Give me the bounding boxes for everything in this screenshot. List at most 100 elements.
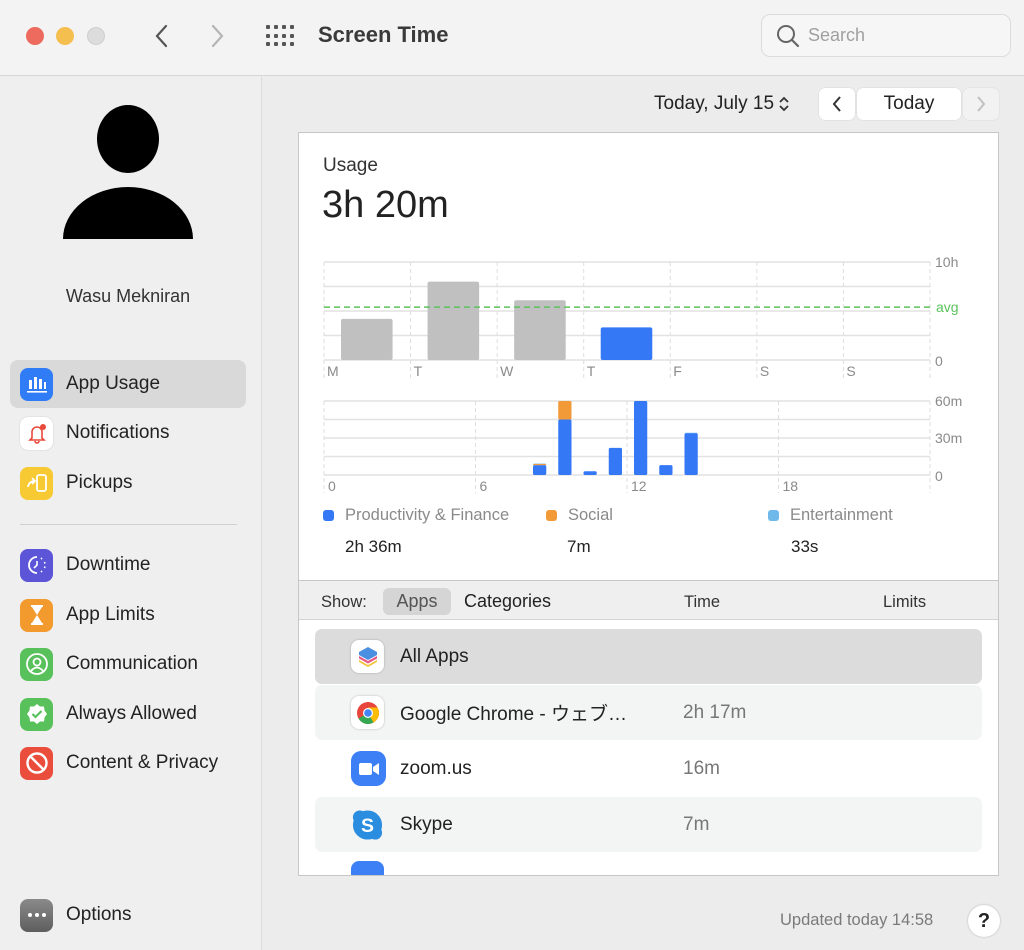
- grid-dot-icon: [274, 33, 278, 38]
- hour-bar-11-productivity: [608, 447, 622, 475]
- updated-timestamp: Updated today 14:58: [780, 911, 934, 929]
- sidebar-item-label: Communication: [66, 653, 198, 674]
- downtime-icon: [20, 548, 53, 582]
- tab-categories[interactable]: Categories: [464, 591, 551, 612]
- chevron-left-icon: [832, 96, 841, 112]
- date-label: Today, July 15: [654, 93, 775, 114]
- title-bar: Screen Time: [0, 0, 1024, 76]
- chrome-icon: [351, 696, 384, 729]
- sidebar-item-options[interactable]: Options: [10, 891, 246, 939]
- zoom-icon: [351, 751, 386, 786]
- sidebar-divider: [20, 524, 237, 525]
- minimize-window-button[interactable]: [56, 27, 74, 45]
- show-all-grid-button[interactable]: [266, 25, 296, 47]
- close-window-button[interactable]: [26, 27, 44, 45]
- sidebar: Wasu Mekniran App Usage Notifications Pi…: [0, 77, 262, 950]
- app-time: 2h 17m: [683, 701, 747, 723]
- legend-label: Entertainment: [790, 506, 893, 524]
- sidebar-item-app-limits[interactable]: App Limits: [10, 591, 246, 639]
- sidebar-item-label: Always Allowed: [66, 703, 197, 724]
- next-day-button[interactable]: [963, 88, 999, 120]
- app-name: Skype: [400, 813, 453, 835]
- hour-bar-9-social: [558, 401, 572, 420]
- pickups-icon: [20, 466, 53, 500]
- sidebar-item-pickups[interactable]: Pickups: [10, 459, 246, 507]
- app-icon: [351, 861, 384, 875]
- column-header-time[interactable]: Time: [684, 593, 720, 612]
- legend-value: 2h 36m: [345, 537, 402, 556]
- sidebar-item-label: Options: [66, 904, 132, 925]
- back-button[interactable]: [146, 18, 176, 54]
- app-time: 16m: [683, 757, 720, 779]
- search-icon: [777, 24, 800, 47]
- list-item[interactable]: S Skype 7m: [315, 797, 982, 852]
- sidebar-item-app-usage[interactable]: App Usage: [10, 360, 246, 408]
- communication-person-icon: [20, 647, 53, 681]
- chevron-left-icon: [155, 24, 168, 48]
- hour-bar-10-productivity: [583, 471, 597, 475]
- x-tick-label: 18: [783, 478, 799, 494]
- grid-dot-icon: [266, 25, 270, 29]
- grid-dot-icon: [266, 33, 270, 38]
- hour-bar-8-social: [533, 463, 547, 466]
- chevron-right-icon: [977, 96, 986, 112]
- today-button[interactable]: Today: [857, 88, 961, 120]
- sidebar-item-label: Downtime: [66, 554, 151, 575]
- column-header-limits[interactable]: Limits: [883, 593, 926, 612]
- skype-icon: S: [351, 808, 384, 841]
- grid-dot-icon: [290, 33, 294, 38]
- prohibited-icon: [20, 746, 53, 780]
- app-name: Google Chrome - ウェブ…: [400, 704, 628, 725]
- hour-bar-14-productivity: [684, 433, 698, 475]
- list-item[interactable]: All Apps: [315, 629, 982, 684]
- grid-dot-icon: [290, 42, 294, 47]
- x-tick-label: 0: [328, 478, 336, 494]
- x-tick-label: 6: [480, 478, 488, 494]
- app-name: zoom.us: [400, 757, 472, 779]
- date-picker[interactable]: Today, July 15: [654, 93, 790, 115]
- svg-text:S: S: [361, 814, 374, 836]
- legend-social: Social: [546, 506, 613, 525]
- list-item[interactable]: zoom.us 16m: [315, 741, 982, 796]
- search-input[interactable]: [808, 25, 1008, 46]
- sidebar-item-content-privacy[interactable]: Content & Privacy: [10, 739, 246, 787]
- hour-bar-9-productivity: [558, 419, 572, 475]
- grid-dot-icon: [290, 25, 294, 29]
- previous-day-button[interactable]: [819, 88, 855, 120]
- show-label: Show:: [321, 593, 367, 611]
- search-field[interactable]: [761, 14, 1011, 57]
- list-item[interactable]: Google Chrome - ウェブ… 2h 17m: [315, 685, 982, 740]
- app-name: All Apps: [400, 645, 469, 667]
- grid-dot-icon: [274, 42, 278, 47]
- notifications-bell-icon: [20, 416, 53, 450]
- sidebar-item-always-allowed[interactable]: Always Allowed: [10, 690, 246, 738]
- grid-dot-icon: [282, 25, 286, 29]
- zoom-window-button[interactable]: [87, 27, 105, 45]
- app-list[interactable]: All Apps Google Chrome - ウェブ… 2h 17m zoo…: [315, 629, 982, 875]
- legend-productivity: Productivity & Finance: [323, 506, 509, 525]
- sidebar-item-label: Pickups: [66, 472, 133, 493]
- legend-value: 7m: [567, 537, 591, 556]
- grid-dot-icon: [282, 42, 286, 47]
- grid-dot-icon: [266, 42, 270, 47]
- forward-button[interactable]: [203, 18, 233, 54]
- hourly-usage-chart: 0 6 12 18 60m 30m 0: [323, 393, 962, 494]
- avatar: [63, 105, 193, 239]
- x-tick-label: 12: [631, 478, 647, 494]
- tab-apps[interactable]: Apps: [383, 588, 451, 615]
- list-item[interactable]: [315, 853, 982, 875]
- sidebar-item-downtime[interactable]: Downtime: [10, 541, 246, 589]
- checkmark-badge-icon: [20, 697, 53, 731]
- grid-dot-icon: [274, 25, 278, 29]
- legend-value: 33s: [791, 537, 819, 556]
- user-name: Wasu Mekniran: [65, 286, 191, 306]
- help-button[interactable]: ?: [968, 905, 1000, 937]
- hourglass-icon: [20, 598, 53, 632]
- hour-bar-8-productivity: [533, 465, 547, 475]
- sidebar-item-notifications[interactable]: Notifications: [10, 409, 246, 457]
- legend-label: Productivity & Finance: [345, 506, 510, 524]
- more-ellipsis-icon: [20, 898, 53, 932]
- window-title: Screen Time: [318, 22, 449, 47]
- sidebar-item-communication[interactable]: Communication: [10, 640, 246, 688]
- legend-swatch: [768, 510, 779, 521]
